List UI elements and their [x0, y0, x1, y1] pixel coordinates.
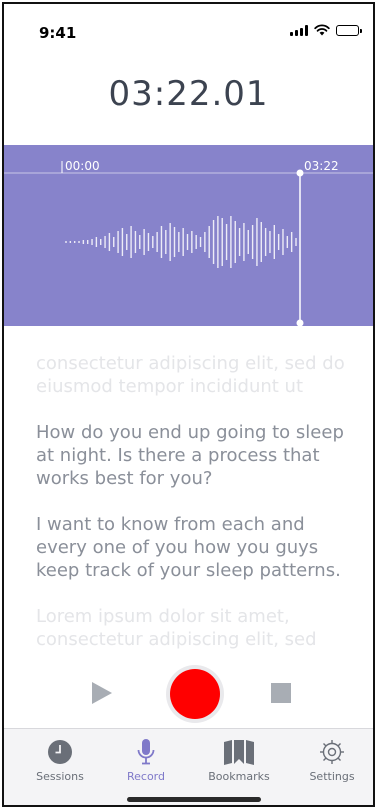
tab-sessions-label: Sessions [36, 770, 84, 783]
record-icon [170, 669, 220, 719]
play-button[interactable] [92, 682, 112, 704]
tab-record[interactable]: Record [106, 737, 186, 783]
gear-icon [320, 740, 344, 764]
tab-bookmarks-label: Bookmarks [208, 770, 270, 783]
transcript-paragraph: consectetur adipiscing elit, sed do eius… [36, 353, 345, 397]
timeline-end-label: 03:22 [304, 159, 339, 173]
transcript-paragraph: How do you end up going to sleep at nigh… [36, 422, 344, 489]
transcript: consectetur adipiscing elit, sed do eius… [36, 352, 356, 650]
phone-screen: 9:41 03:22.01 00:00 03:22 consectetur ad… [2, 2, 375, 807]
tab-settings-label: Settings [309, 770, 355, 783]
waveform-bars [65, 216, 297, 268]
microphone-icon [137, 739, 155, 765]
battery-icon [336, 24, 362, 36]
playhead-top-handle[interactable] [296, 169, 304, 177]
tab-settings[interactable]: Settings [292, 737, 372, 783]
tab-record-label: Record [126, 770, 165, 783]
elapsed-timer: 03:22.01 [108, 74, 269, 114]
transcript-paragraph: Lorem ipsum dolor sit amet, consectetur … [36, 606, 317, 650]
home-indicator [127, 797, 261, 802]
stop-button[interactable] [271, 683, 291, 703]
status-time: 9:41 [39, 24, 77, 42]
cellular-signal-icon [290, 24, 308, 36]
wifi-icon [314, 24, 330, 36]
timeline-start-label: 00:00 [65, 159, 100, 173]
playback-controls [4, 659, 373, 729]
tab-bookmarks[interactable]: Bookmarks [199, 737, 279, 783]
status-icons [290, 24, 362, 36]
clock-icon [48, 740, 72, 764]
tab-sessions[interactable]: Sessions [20, 737, 100, 783]
playhead-bottom-handle[interactable] [296, 319, 304, 327]
record-button[interactable] [166, 665, 224, 723]
bookmarks-icon [224, 740, 254, 765]
tab-bar: Sessions Record Bookmarks Settings [4, 728, 373, 805]
waveform-panel: 00:00 03:22 [4, 145, 373, 326]
transcript-paragraph: I want to know from each and every one o… [36, 514, 341, 581]
status-bar: 9:41 [4, 4, 373, 48]
